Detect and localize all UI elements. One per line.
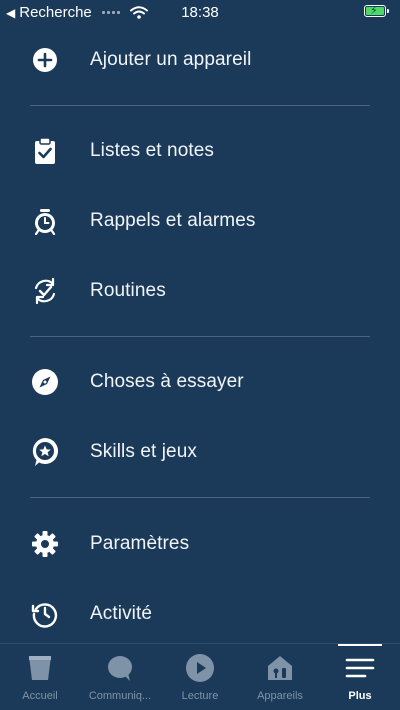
menu-item-label: Ajouter un appareil [90, 49, 252, 70]
routines-refresh-check-icon [29, 275, 61, 307]
menu-item-routines[interactable]: Routines [0, 261, 400, 321]
tab-label: Accueil [22, 690, 58, 702]
divider [30, 336, 370, 337]
divider [30, 497, 370, 498]
menu-item-label: Listes et notes [90, 140, 215, 161]
menu-item-activity[interactable]: Activité [0, 584, 400, 644]
tab-more[interactable]: Plus [320, 644, 400, 710]
menu-item-label: Paramètres [90, 533, 190, 554]
battery-icon: ⚡ [364, 5, 389, 17]
alarm-clock-icon [29, 205, 61, 237]
tab-communicate[interactable]: Communiq... [80, 644, 160, 710]
history-clock-icon [29, 598, 61, 630]
menu-item-label: Rappels et alarmes [90, 210, 256, 231]
tab-label: Communiq... [88, 690, 152, 702]
plus-circle-icon [29, 44, 61, 76]
tab-devices[interactable]: Appareils [240, 644, 320, 710]
skills-star-bubble-icon [29, 436, 61, 468]
tab-label: Plus [348, 690, 372, 702]
tab-label: Appareils [257, 690, 303, 702]
menu-item-label: Activité [90, 603, 153, 624]
home-echo-icon [24, 652, 56, 684]
menu-item-reminders-alarms[interactable]: Rappels et alarmes [0, 191, 400, 251]
chat-bubble-icon [104, 652, 136, 684]
clipboard-check-icon [29, 135, 61, 167]
tab-home[interactable]: Accueil [0, 644, 80, 710]
menu-item-label: Routines [90, 280, 166, 301]
menu-item-lists-notes[interactable]: Listes et notes [0, 121, 400, 181]
menu-lines-icon [344, 652, 376, 684]
tab-play[interactable]: Lecture [160, 644, 240, 710]
compass-icon [29, 366, 61, 398]
play-icon [184, 652, 216, 684]
tab-label: Lecture [181, 690, 219, 702]
menu-item-skills-games[interactable]: Skills et jeux [0, 422, 400, 482]
active-tab-indicator [338, 644, 382, 646]
devices-house-icon [264, 652, 296, 684]
menu-item-settings[interactable]: Paramètres [0, 514, 400, 574]
menu-item-add-device[interactable]: Ajouter un appareil [0, 30, 400, 90]
menu-item-label: Choses à essayer [90, 371, 244, 392]
clock: 18:38 [181, 4, 219, 21]
menu-item-things-to-try[interactable]: Choses à essayer [0, 352, 400, 412]
divider [30, 105, 370, 106]
bottom-tab-bar: Accueil Communiq... Lecture Appareils Pl… [0, 643, 400, 710]
gear-icon [29, 528, 61, 560]
status-bar: ◀ Recherche 18:38 ⚡ [0, 0, 400, 24]
menu-item-label: Skills et jeux [90, 441, 197, 462]
